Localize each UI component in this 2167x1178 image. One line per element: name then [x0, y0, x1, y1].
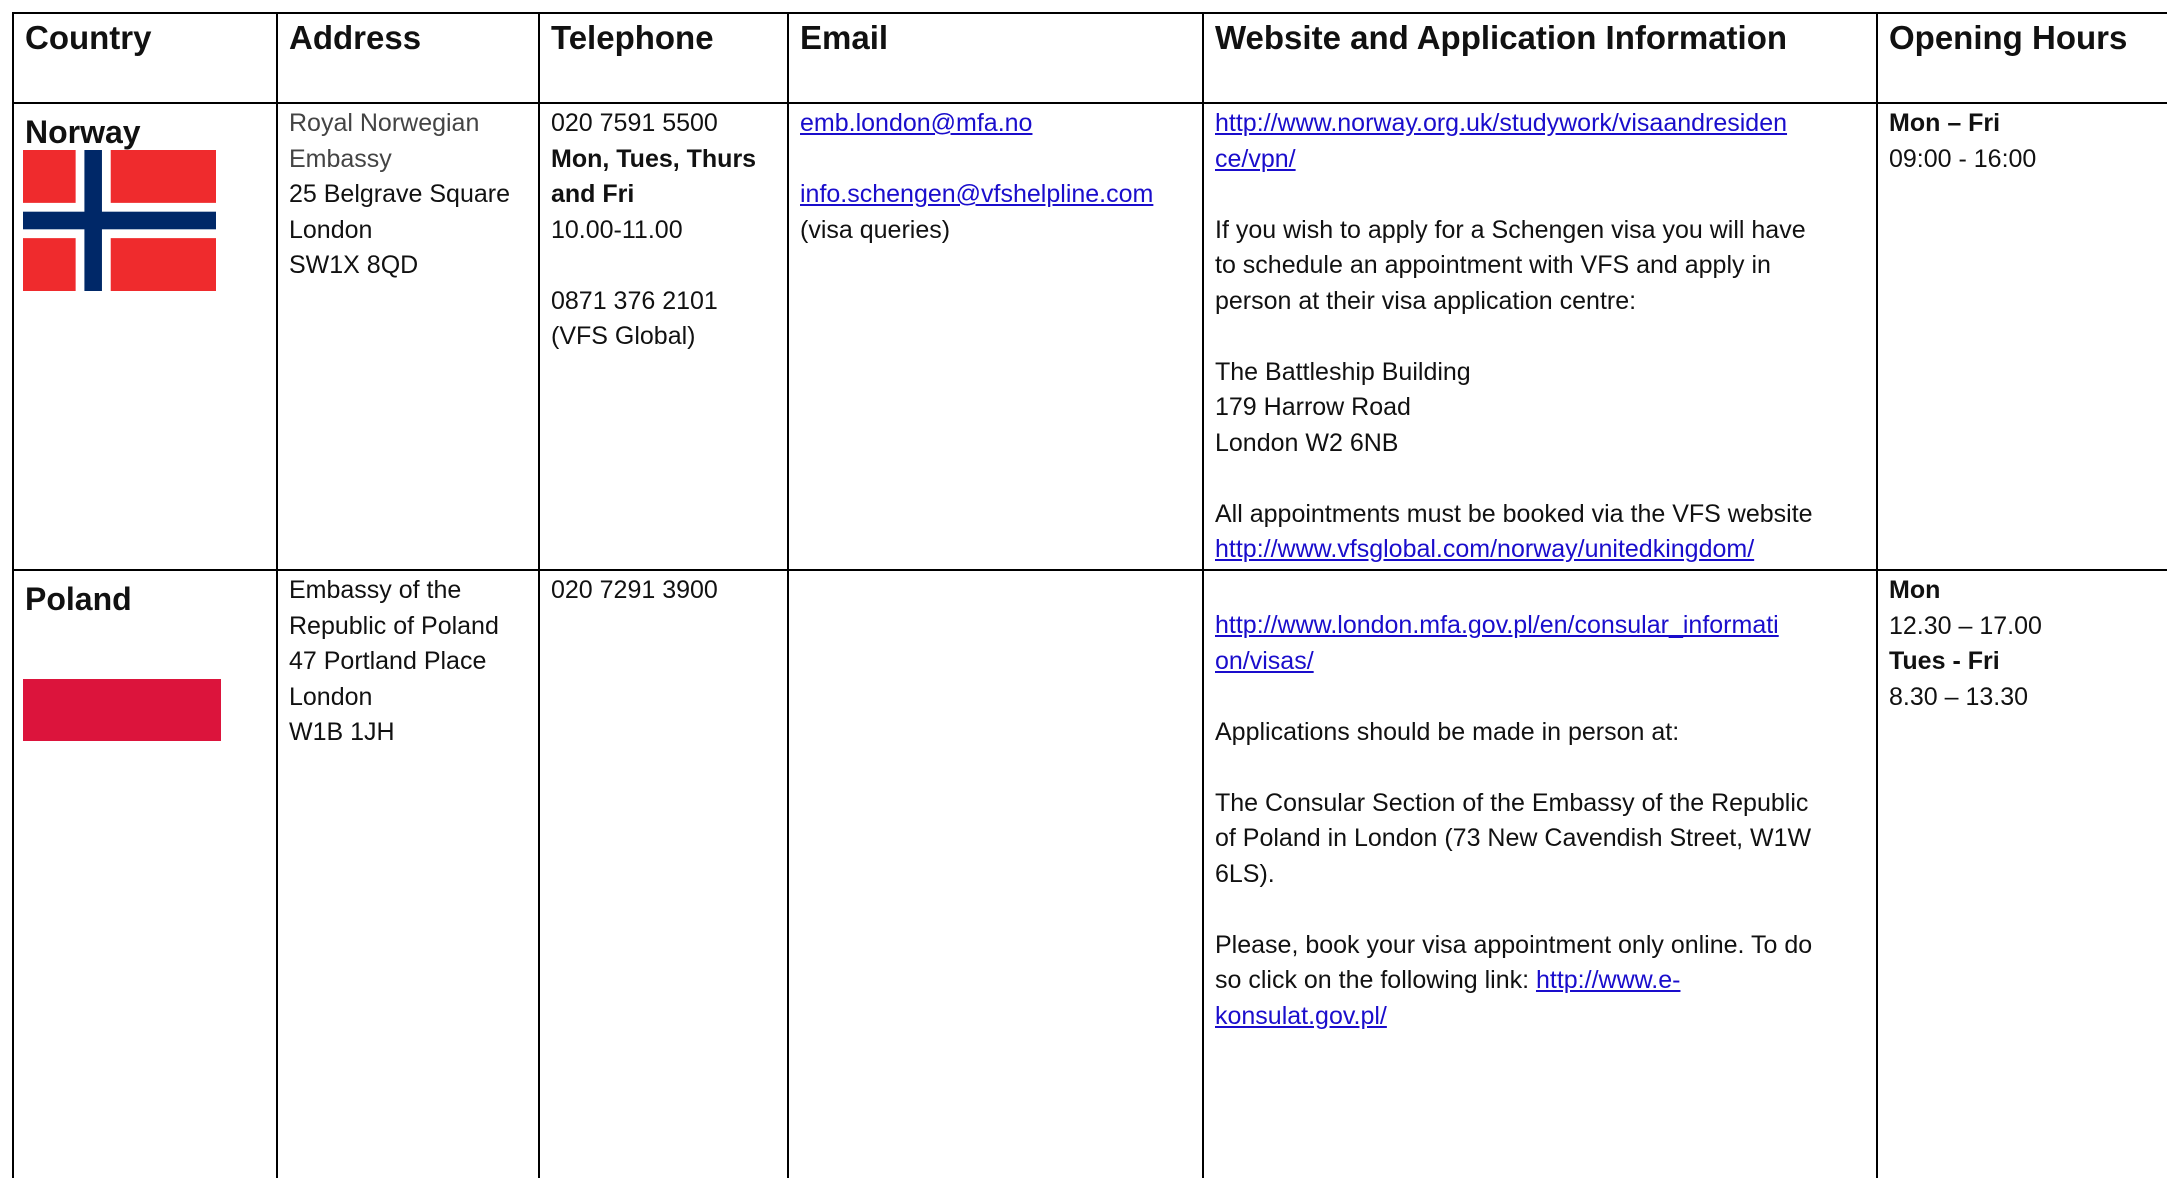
address-line: 25 Belgrave Square — [289, 180, 510, 208]
phone-number: 020 7591 5500 — [551, 109, 718, 137]
table-border — [12, 12, 14, 1178]
table-border — [12, 12, 2167, 14]
info-text: The Consular Section of the Embassy of t… — [1215, 788, 1809, 817]
website-link[interactable]: http://www.london.mfa.gov.pl/en/consular… — [1215, 608, 1812, 644]
poland-flag — [23, 679, 221, 741]
e-konsulat-link[interactable]: http://www.e- — [1536, 966, 1681, 994]
address-line: Embassy — [289, 144, 392, 173]
address-line: Embassy of the — [289, 576, 462, 604]
hours-poland: Mon 12.30 – 17.00 Tues - Fri 8.30 – 13.3… — [1889, 573, 2042, 715]
centre-address-line: The Battleship Building — [1215, 357, 1471, 386]
phone-days: Mon, Tues, Thurs — [551, 144, 757, 173]
address-line: Republic of Poland — [289, 611, 499, 640]
telephone-norway: 020 7591 5500 Mon, Tues, Thurs and Fri 1… — [551, 106, 756, 355]
column-divider — [538, 12, 540, 1178]
address-line: London — [289, 682, 373, 711]
address-line: 47 Portland Place — [289, 647, 487, 675]
hours-time: 09:00 - 16:00 — [1889, 144, 2037, 173]
column-divider — [1876, 12, 1878, 1178]
column-divider — [276, 12, 278, 1178]
column-divider — [1202, 12, 1204, 1178]
info-text: Applications should be made in person at… — [1215, 717, 1680, 746]
header-address: Address — [289, 19, 422, 56]
info-text: If you wish to apply for a Schengen visa… — [1215, 215, 1806, 244]
info-text: 6LS). — [1215, 859, 1275, 888]
centre-address-line: London W2 6NB — [1215, 428, 1399, 457]
centre-address-line: 179 Harrow Road — [1215, 393, 1411, 421]
header-telephone: Telephone — [551, 19, 714, 56]
embassy-table: Country Address Telephone Email Website … — [12, 12, 2167, 1178]
header-opening-hours: Opening Hours — [1889, 19, 2128, 56]
address-norway: Royal Norwegian Embassy 25 Belgrave Squa… — [289, 106, 510, 284]
website-link[interactable]: http://www.norway.org.uk/studywork/visaa… — [1215, 106, 1813, 142]
visa-email-note: (visa queries) — [800, 215, 951, 244]
hours-time: 8.30 – 13.30 — [1889, 682, 2029, 711]
header-email: Email — [800, 19, 889, 56]
row-divider — [12, 569, 2167, 571]
hours-days: Tues - Fri — [1889, 647, 2000, 675]
phone-hours: 10.00-11.00 — [551, 215, 683, 244]
visa-email-link[interactable]: info.schengen@vfshelpline.com — [800, 177, 1153, 213]
norway-flag — [23, 150, 216, 291]
website-poland: http://www.london.mfa.gov.pl/en/consular… — [1215, 608, 1812, 1034]
address-poland: Embassy of the Republic of Poland 47 Por… — [289, 573, 499, 751]
hours-norway: Mon – Fri 09:00 - 16:00 — [1889, 106, 2036, 177]
phone-number: 020 7291 3900 — [551, 576, 718, 604]
hours-time: 12.30 – 17.00 — [1889, 611, 2042, 640]
hours-days: Mon – Fri — [1889, 109, 2001, 137]
header-country: Country — [25, 19, 152, 56]
vfs-phone-note: (VFS Global) — [551, 322, 696, 350]
row-divider — [12, 102, 2167, 104]
phone-days: and Fri — [551, 180, 635, 208]
booking-text: All appointments must be booked via the … — [1215, 499, 1813, 528]
info-text: of Poland in London (73 New Cavendish St… — [1215, 824, 1812, 852]
email-link[interactable]: emb.london@mfa.no — [800, 106, 1153, 142]
address-line: SW1X 8QD — [289, 251, 419, 279]
address-line: Royal Norwegian — [289, 109, 480, 137]
country-norway: Norway — [25, 114, 141, 150]
info-text: so click on the following link: — [1215, 966, 1536, 994]
column-divider — [787, 12, 789, 1178]
email-norway: emb.london@mfa.no info.schengen@vfshelpl… — [800, 106, 1153, 248]
vfs-website-link[interactable]: http://www.vfsglobal.com/norway/unitedki… — [1215, 532, 1813, 568]
hours-days: Mon — [1889, 576, 1941, 604]
vfs-phone-number: 0871 376 2101 — [551, 286, 718, 315]
website-norway: http://www.norway.org.uk/studywork/visaa… — [1215, 106, 1813, 568]
address-line: London — [289, 215, 373, 244]
info-text-with-link: so click on the following link: http://w… — [1215, 963, 1812, 999]
address-line: W1B 1JH — [289, 718, 395, 746]
info-text: person at their visa application centre: — [1215, 286, 1637, 315]
e-konsulat-link-continued[interactable]: konsulat.gov.pl/ — [1215, 999, 1812, 1035]
info-text: Please, book your visa appointment only … — [1215, 930, 1813, 959]
website-link-continued[interactable]: on/visas/ — [1215, 644, 1812, 680]
country-poland: Poland — [25, 581, 132, 617]
info-text: to schedule an appointment with VFS and … — [1215, 251, 1771, 279]
header-website: Website and Application Information — [1215, 19, 1788, 56]
website-link-continued[interactable]: ce/vpn/ — [1215, 142, 1813, 178]
telephone-poland: 020 7291 3900 — [551, 573, 718, 609]
